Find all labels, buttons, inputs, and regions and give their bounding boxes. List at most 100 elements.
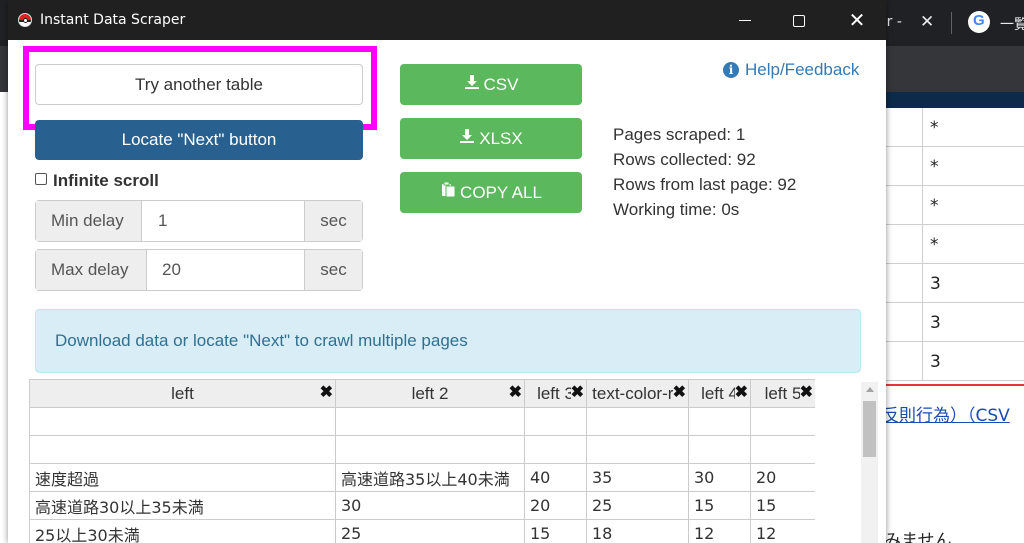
csv-button[interactable]: CSV bbox=[400, 64, 582, 105]
page-table-row: 3 bbox=[880, 303, 1024, 342]
table-cell: 25 bbox=[586, 491, 689, 520]
minimize-icon bbox=[739, 19, 751, 22]
remove-column-icon[interactable]: ✖ bbox=[508, 384, 522, 402]
window-titlebar[interactable]: Instant Data Scraper ✕ bbox=[8, 0, 886, 40]
close-button[interactable]: ✕ bbox=[834, 0, 880, 40]
copy-all-button[interactable]: COPY ALL bbox=[400, 172, 582, 213]
table-cell: 20 bbox=[524, 491, 587, 520]
page-table-cell: * bbox=[930, 196, 939, 216]
csv-label: CSV bbox=[483, 75, 519, 94]
info-message: Download data or locate "Next" to crawl … bbox=[35, 309, 861, 373]
table-cell: 25以上30未満 bbox=[29, 519, 336, 543]
scrape-stats: Pages scraped: 1 Rows collected: 92 Rows… bbox=[613, 122, 796, 222]
table-cell bbox=[586, 435, 689, 464]
table-cell: 高速道路35以上40未満 bbox=[335, 463, 525, 492]
table-cell bbox=[335, 435, 525, 464]
maximize-icon bbox=[793, 14, 805, 27]
page-table-cell: * bbox=[930, 157, 939, 177]
table-cell: 30 bbox=[335, 491, 525, 520]
locate-next-button[interactable]: Locate "Next" button bbox=[35, 120, 363, 160]
column-header-label: left 2 bbox=[411, 383, 449, 403]
table-cell: 15 bbox=[750, 491, 815, 520]
table-cell bbox=[688, 407, 751, 436]
working-time: Working time: 0s bbox=[613, 200, 740, 219]
table-cell: 35 bbox=[586, 463, 689, 492]
table-cell bbox=[750, 407, 815, 436]
infinite-scroll-option[interactable]: Infinite scroll bbox=[35, 171, 159, 191]
table-cell bbox=[524, 407, 587, 436]
tab-separator bbox=[951, 12, 952, 34]
google-icon: G bbox=[968, 11, 990, 33]
column-header: left 3 ✖ bbox=[524, 379, 587, 408]
column-header: left 4 ✖ bbox=[688, 379, 751, 408]
column-header: text-color-re ✖ bbox=[586, 379, 689, 408]
table-cell: 15 bbox=[524, 519, 587, 543]
table-cell bbox=[750, 435, 815, 464]
min-delay-input[interactable]: 1 bbox=[158, 201, 167, 241]
max-delay-label: Max delay bbox=[36, 250, 147, 290]
scroll-up-icon[interactable] bbox=[866, 387, 874, 392]
table-cell: 40 bbox=[524, 463, 587, 492]
data-table: left ✖ left 2 ✖ left 3 ✖ text-color-re ✖ left 4 ✖… bbox=[29, 379, 815, 543]
page-table-cell: 3 bbox=[930, 274, 941, 294]
min-delay-label: Min delay bbox=[36, 201, 142, 241]
help-feedback-label: Help/Feedback bbox=[745, 60, 860, 79]
max-delay-input[interactable]: 20 bbox=[162, 250, 181, 290]
column-header-label: left bbox=[171, 383, 194, 403]
page-link[interactable]: 反則行為）（CSV bbox=[882, 401, 1010, 426]
remove-column-icon[interactable]: ✖ bbox=[570, 384, 584, 402]
table-cell bbox=[29, 407, 336, 436]
table-header-row: left ✖ left 2 ✖ left 3 ✖ text-color-re ✖ left 4 ✖… bbox=[29, 379, 815, 408]
page-table-row: 3 bbox=[880, 264, 1024, 303]
scrollbar-thumb[interactable] bbox=[863, 401, 876, 457]
table-cell bbox=[524, 435, 587, 464]
table-cell: 30 bbox=[688, 463, 751, 492]
browser-tab-title-2[interactable]: 一覧 bbox=[1000, 14, 1024, 34]
page-table-cell: 3 bbox=[930, 313, 941, 333]
pokeball-icon bbox=[18, 13, 32, 27]
table-cell bbox=[586, 407, 689, 436]
download-icon bbox=[459, 118, 475, 159]
help-feedback-link[interactable]: i Help/Feedback bbox=[723, 60, 859, 80]
table-row bbox=[29, 407, 815, 436]
max-delay-group: Max delay 20 sec bbox=[35, 249, 363, 291]
info-icon: i bbox=[723, 62, 739, 78]
browser-tab-close-icon[interactable]: ✕ bbox=[920, 12, 934, 32]
page-table-cell: 3 bbox=[930, 352, 941, 372]
table-row: 25以上30未満 25 15 18 12 12 bbox=[29, 519, 815, 543]
remove-column-icon[interactable]: ✖ bbox=[799, 384, 813, 402]
page-table-row: * bbox=[880, 147, 1024, 186]
minimize-button[interactable] bbox=[722, 0, 768, 40]
remove-column-icon[interactable]: ✖ bbox=[672, 384, 686, 402]
close-icon: ✕ bbox=[848, 8, 866, 32]
page-table-row: 3 bbox=[880, 342, 1024, 381]
table-cell: 高速道路30以上35未満 bbox=[29, 491, 336, 520]
min-delay-unit: sec bbox=[304, 201, 362, 241]
table-cell: 12 bbox=[688, 519, 751, 543]
table-cell: 速度超過 bbox=[29, 463, 336, 492]
table-cell: 18 bbox=[586, 519, 689, 543]
table-row: 高速道路30以上35未満 30 20 25 15 15 bbox=[29, 491, 815, 520]
remove-column-icon[interactable]: ✖ bbox=[319, 384, 333, 402]
page-table-cell: * bbox=[930, 235, 939, 255]
max-delay-unit: sec bbox=[304, 250, 362, 290]
highlight-box bbox=[23, 46, 377, 130]
remove-column-icon[interactable]: ✖ bbox=[734, 384, 748, 402]
maximize-button[interactable] bbox=[776, 0, 822, 40]
xlsx-button[interactable]: XLSX bbox=[400, 118, 582, 159]
pages-scraped: Pages scraped: 1 bbox=[613, 125, 746, 144]
page-table-row: * bbox=[880, 186, 1024, 225]
min-delay-group: Min delay 1 sec bbox=[35, 200, 363, 242]
popup-content: Try another table Locate "Next" button I… bbox=[8, 40, 886, 543]
infinite-scroll-checkbox[interactable] bbox=[35, 173, 47, 185]
table-body: 速度超過 高速道路35以上40未満 40 35 30 20 高速道路30以上35未満 30 20… bbox=[29, 407, 815, 543]
table-row: 速度超過 高速道路35以上40未満 40 35 30 20 bbox=[29, 463, 815, 492]
infinite-scroll-label: Infinite scroll bbox=[53, 171, 159, 190]
column-header: left ✖ bbox=[29, 379, 336, 408]
table-cell bbox=[29, 435, 336, 464]
table-cell: 25 bbox=[335, 519, 525, 543]
table-scrollbar[interactable] bbox=[861, 382, 878, 543]
instant-data-scraper-window: Instant Data Scraper ✕ Try another table… bbox=[8, 0, 886, 543]
table-cell: 20 bbox=[750, 463, 815, 492]
download-icon bbox=[464, 64, 480, 105]
